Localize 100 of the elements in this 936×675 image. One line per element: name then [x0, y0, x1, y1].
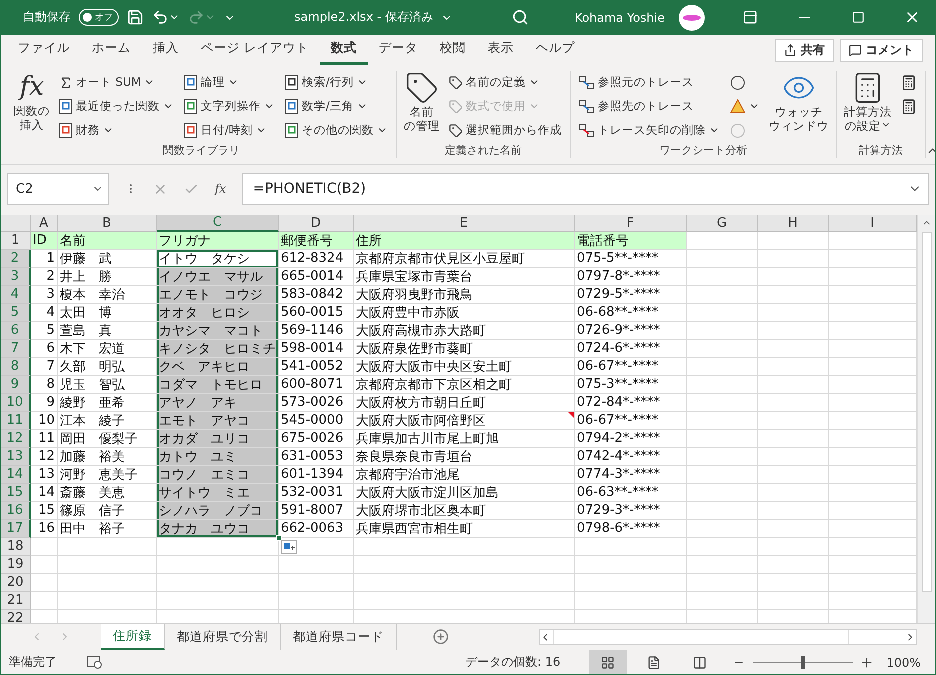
- group-label: ワークシート分析: [658, 143, 748, 158]
- comment-button[interactable]: コメント: [840, 38, 923, 62]
- ribbon-button[interactable]: 最近使った関数: [56, 95, 177, 118]
- paste-options-icon[interactable]: [281, 540, 297, 554]
- ribbon-button[interactable]: 論理: [181, 71, 278, 94]
- name-box[interactable]: C2: [7, 173, 109, 205]
- table-cell: 0742-4*-****: [575, 448, 687, 466]
- scroll-thumb[interactable]: [922, 232, 932, 592]
- undo-icon[interactable]: [152, 9, 180, 26]
- horizontal-scrollbar[interactable]: [539, 629, 917, 645]
- sheet-tab[interactable]: 住所録: [101, 624, 165, 650]
- column-header[interactable]: G: [687, 215, 758, 232]
- ribbon-tab[interactable]: 表示: [476, 35, 525, 65]
- window-title[interactable]: sample2.xlsx - 保存済み: [294, 9, 434, 26]
- row-header[interactable]: 21: [1, 592, 31, 610]
- ribbon-tab[interactable]: ヘルプ: [524, 35, 586, 65]
- row-header[interactable]: 10: [1, 394, 31, 412]
- column-header[interactable]: C: [157, 215, 279, 232]
- ribbon-tab[interactable]: 挿入: [142, 35, 190, 65]
- ribbon-button[interactable]: 財務: [56, 119, 177, 142]
- row-header[interactable]: 13: [1, 448, 31, 466]
- row-header[interactable]: 1: [1, 232, 31, 250]
- column-header[interactable]: B: [58, 215, 157, 232]
- ribbon-tab[interactable]: 校閲: [428, 35, 477, 65]
- row-header[interactable]: 15: [1, 484, 31, 502]
- table-cell: エノモト コウジ: [157, 286, 279, 304]
- table-cell: 598-0014: [279, 340, 354, 358]
- row-header[interactable]: 18: [1, 538, 31, 556]
- insert-function-button[interactable]: fx: [215, 182, 226, 196]
- table-cell: 大阪府泉佐野市葵町: [354, 340, 575, 358]
- row-header[interactable]: 2: [1, 250, 31, 268]
- column-header[interactable]: F: [575, 215, 687, 232]
- table-cell: 住所: [354, 232, 575, 250]
- table-cell: 久部 明弘: [58, 358, 157, 376]
- save-icon[interactable]: [127, 9, 144, 26]
- row-header[interactable]: 7: [1, 340, 31, 358]
- ribbon-button[interactable]: オート SUM: [56, 71, 177, 94]
- table-cell: [758, 502, 829, 520]
- share-button[interactable]: 共有: [775, 38, 834, 62]
- row-header[interactable]: 16: [1, 502, 31, 520]
- ribbon-button[interactable]: 名前の定義: [446, 71, 565, 94]
- column-header[interactable]: I: [829, 215, 917, 232]
- row-header[interactable]: 5: [1, 304, 31, 322]
- ribbon-button[interactable]: 参照元のトレース: [576, 71, 723, 94]
- macro-record-icon[interactable]: [87, 656, 103, 670]
- row-header[interactable]: 6: [1, 322, 31, 340]
- autosave-toggle[interactable]: オフ: [79, 9, 119, 26]
- ribbon-tab[interactable]: 数式: [320, 35, 368, 65]
- ribbon-tab[interactable]: ページ レイアウト: [190, 35, 320, 65]
- row-header[interactable]: 4: [1, 286, 31, 304]
- ribbon-button[interactable]: 数学/三角: [282, 95, 391, 118]
- row-header[interactable]: 17: [1, 520, 31, 538]
- ribbon-button[interactable]: 日付/時刻: [181, 119, 278, 142]
- sheet-tab[interactable]: 都道府県コード: [281, 624, 397, 650]
- column-header[interactable]: H: [758, 215, 829, 232]
- fill-handle[interactable]: [276, 535, 282, 541]
- ribbon-button[interactable]: 検索/行列: [282, 71, 391, 94]
- row-header[interactable]: 22: [1, 610, 31, 623]
- row-header[interactable]: 3: [1, 268, 31, 286]
- ribbon-large-button[interactable]: fx 関数の 挿入: [12, 71, 52, 143]
- row-header[interactable]: 9: [1, 376, 31, 394]
- column-header[interactable]: A: [31, 215, 58, 232]
- column-header[interactable]: E: [354, 215, 575, 232]
- vertical-scrollbar[interactable]: [917, 215, 935, 623]
- function-book-icon: [59, 98, 73, 114]
- row-header[interactable]: 14: [1, 466, 31, 484]
- table-cell: 16: [31, 520, 58, 538]
- ribbon-button[interactable]: 文字列操作: [181, 95, 278, 118]
- table-cell: [758, 250, 829, 268]
- ribbon-tab[interactable]: ホーム: [81, 35, 142, 65]
- formula-field[interactable]: =PHONETIC(B2): [242, 173, 929, 205]
- ribbon-button[interactable]: トレース矢印の削除: [576, 119, 723, 142]
- row-header[interactable]: 8: [1, 358, 31, 376]
- table-cell: [758, 592, 829, 610]
- table-cell: 591-8007: [279, 502, 354, 520]
- ribbon-button[interactable]: その他の関数: [282, 119, 391, 142]
- row-header[interactable]: 12: [1, 430, 31, 448]
- ribbon-tab[interactable]: ファイル: [7, 35, 81, 65]
- zoom-reading[interactable]: 100%: [886, 656, 921, 670]
- table-cell: [687, 376, 758, 394]
- tag-icon: [449, 124, 463, 138]
- zoom-thumb[interactable]: [800, 656, 805, 669]
- avatar[interactable]: [679, 4, 706, 30]
- ribbon-large-button[interactable]: ウォッチ ウィンドウ: [767, 71, 831, 143]
- table-cell: 大阪府豊中市赤阪: [354, 304, 575, 322]
- row-header[interactable]: 19: [1, 556, 31, 574]
- search-icon[interactable]: [512, 9, 529, 26]
- row-header[interactable]: 20: [1, 574, 31, 592]
- ribbon-button[interactable]: 選択範囲から作成: [446, 119, 565, 142]
- sheet-tab[interactable]: 都道府県で分割: [165, 624, 281, 650]
- ribbon-large-button[interactable]: 計算方法 の設定: [842, 71, 894, 143]
- ribbon-large-button[interactable]: 名前 の管理: [402, 71, 442, 143]
- normal-view-button[interactable]: [588, 650, 627, 674]
- row-header[interactable]: 11: [1, 412, 31, 430]
- ribbon-tab[interactable]: データ: [368, 35, 429, 65]
- scroll-thumb[interactable]: [553, 630, 849, 644]
- column-header[interactable]: D: [279, 215, 354, 232]
- ribbon-button[interactable]: 参照先のトレース: [576, 95, 723, 118]
- normal-view-icon: [600, 656, 615, 670]
- user-name[interactable]: Kohama Yoshie: [574, 10, 666, 24]
